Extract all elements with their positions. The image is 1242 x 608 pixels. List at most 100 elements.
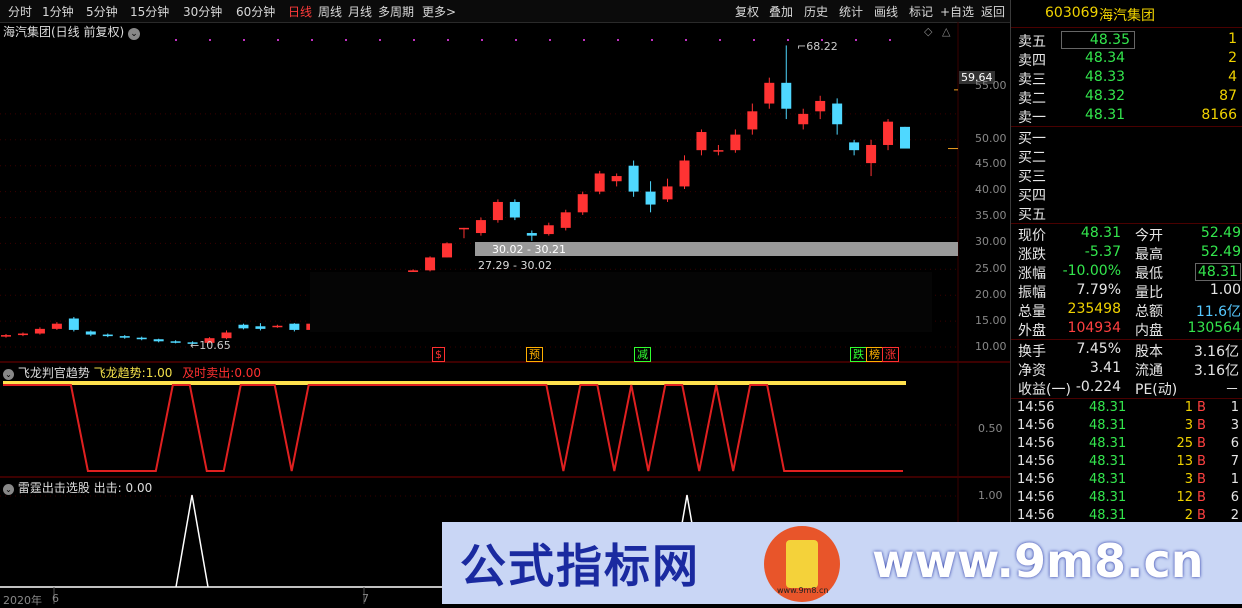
stat-value: 52.49 bbox=[1200, 244, 1241, 260]
ask-volume: 4 bbox=[1228, 69, 1237, 85]
bid-row[interactable]: 买二 bbox=[1011, 146, 1242, 166]
tick-side: B bbox=[1197, 400, 1206, 415]
stat-value: -10.00% bbox=[1062, 263, 1121, 279]
date-month-label: 7 bbox=[362, 592, 369, 605]
tick-volume: 3 bbox=[1184, 418, 1193, 433]
tick-row[interactable]: 14:56 48.31 3 B 1 bbox=[1011, 472, 1242, 490]
tick-price: 48.31 bbox=[1089, 508, 1127, 523]
tick-count: 1 bbox=[1230, 400, 1239, 415]
tick-row[interactable]: 14:56 48.31 3 B 3 bbox=[1011, 418, 1242, 436]
signal-list[interactable]: 榜 bbox=[866, 347, 883, 362]
ask-volume: 2 bbox=[1228, 50, 1237, 66]
feilong-pane-title: ⌄ 飞龙判官趋势 飞龙趋势:1.00 及时卖出:0.00 bbox=[3, 364, 261, 381]
fuquan-button[interactable]: 复权 bbox=[735, 3, 759, 20]
tick-price: 48.31 bbox=[1089, 400, 1127, 415]
bid-label: 买三 bbox=[1018, 169, 1046, 185]
signal-dollar[interactable]: $ bbox=[432, 347, 445, 362]
tick-time: 14:56 bbox=[1017, 454, 1055, 469]
stat-value: 3.16亿 bbox=[1193, 363, 1239, 379]
stat-label: 最高 bbox=[1135, 247, 1163, 263]
bid-row[interactable]: 买三 bbox=[1011, 165, 1242, 185]
stat-value: 3.41 bbox=[1089, 360, 1121, 376]
y-tick-label: 55.00 bbox=[975, 79, 1007, 92]
tab-60min[interactable]: 60分钟 bbox=[236, 3, 275, 20]
tab-30min[interactable]: 30分钟 bbox=[183, 3, 222, 20]
ask-row[interactable]: 卖一 48.31 8166 bbox=[1011, 106, 1242, 126]
ask-label: 卖五 bbox=[1018, 34, 1046, 50]
tick-row[interactable]: 14:56 48.31 13 B 7 bbox=[1011, 454, 1242, 472]
signal-rise[interactable]: 涨 bbox=[882, 347, 899, 362]
sell-line bbox=[3, 384, 903, 472]
tab-15min[interactable]: 15分钟 bbox=[130, 3, 169, 20]
mark-button[interactable]: 标记 bbox=[909, 3, 933, 20]
stat-value: 235498 bbox=[1067, 301, 1121, 317]
tick-side: B bbox=[1197, 418, 1206, 433]
chevron-down-icon[interactable]: ⌄ bbox=[3, 369, 14, 380]
tick-time: 14:56 bbox=[1017, 400, 1055, 415]
ask-volume: 1 bbox=[1228, 31, 1237, 47]
stat-label: 振幅 bbox=[1018, 285, 1046, 301]
logo-mark bbox=[786, 540, 818, 588]
tab-multi-period[interactable]: 多周期 bbox=[378, 3, 414, 20]
tick-count: 2 bbox=[1230, 508, 1239, 523]
signal-reduce[interactable]: 减 bbox=[634, 347, 651, 362]
watermark-cn-text: 公式指标网 bbox=[460, 539, 700, 593]
tick-row[interactable]: 14:56 48.31 25 B 6 bbox=[1011, 436, 1242, 454]
stat-label: 今开 bbox=[1135, 228, 1163, 244]
bid-row[interactable]: 买五 bbox=[1011, 203, 1242, 223]
chart-area[interactable]: 海汽集团(日线 前复权) ⌄ ⌐68.22 ←10.65 30.02 - 30.… bbox=[0, 22, 1010, 607]
bid-label: 买一 bbox=[1018, 131, 1046, 147]
chevron-down-icon[interactable]: ⌄ bbox=[3, 484, 14, 495]
stat-value: 1.00 bbox=[1209, 282, 1241, 298]
stat-label: 量比 bbox=[1135, 285, 1163, 301]
tick-price: 48.31 bbox=[1089, 490, 1127, 505]
add-watchlist-button[interactable]: +自选 bbox=[940, 3, 974, 20]
watermark-url-text: www.9m8.cn bbox=[872, 534, 1204, 588]
ask-row[interactable]: 卖三 48.33 4 bbox=[1011, 68, 1242, 88]
ask-price: 48.34 bbox=[1085, 50, 1126, 66]
draw-line-button[interactable]: 画线 bbox=[874, 3, 898, 20]
signal-spike bbox=[175, 494, 209, 588]
period-toolbar: 分时 1分钟 5分钟 15分钟 30分钟 60分钟 日线 周线 月线 多周期 更… bbox=[0, 0, 1010, 23]
bid-row[interactable]: 买四 bbox=[1011, 184, 1242, 204]
stat-row: 净资 3.41 流通 3.16亿 bbox=[1011, 359, 1242, 379]
signal-forecast[interactable]: 预 bbox=[526, 347, 543, 362]
stat-label: 总额 bbox=[1135, 304, 1163, 320]
signal-fall[interactable]: 跌 bbox=[850, 347, 867, 362]
ask-row[interactable]: 卖五 48.35 1 bbox=[1011, 30, 1242, 50]
stat-row: 涨跌 -5.37 最高 52.49 bbox=[1011, 243, 1242, 263]
tab-5min[interactable]: 5分钟 bbox=[86, 3, 118, 20]
stat-row: 总量 235498 总额 11.6亿 bbox=[1011, 300, 1242, 320]
ask-row[interactable]: 卖二 48.32 87 bbox=[1011, 87, 1242, 107]
ask-price: 48.32 bbox=[1085, 88, 1126, 104]
stat-label: 净资 bbox=[1018, 363, 1046, 379]
history-button[interactable]: 历史 bbox=[804, 3, 828, 20]
stat-value: 104934 bbox=[1067, 320, 1121, 336]
ask-volume: 87 bbox=[1219, 88, 1237, 104]
tick-time: 14:56 bbox=[1017, 436, 1055, 451]
tab-monthly[interactable]: 月线 bbox=[348, 3, 372, 20]
tick-row[interactable]: 14:56 48.31 12 B 6 bbox=[1011, 490, 1242, 508]
stat-value: -0.224 bbox=[1075, 379, 1121, 395]
bid-label: 买四 bbox=[1018, 188, 1046, 204]
stat-label: 收益(一) bbox=[1018, 382, 1071, 398]
tick-volume: 3 bbox=[1184, 472, 1193, 487]
tab-fenshi[interactable]: 分时 bbox=[8, 3, 32, 20]
tick-count: 6 bbox=[1230, 436, 1239, 451]
tab-1min[interactable]: 1分钟 bbox=[42, 3, 74, 20]
tab-weekly[interactable]: 周线 bbox=[318, 3, 342, 20]
tab-daily[interactable]: 日线 bbox=[288, 3, 312, 20]
tab-more[interactable]: 更多> bbox=[422, 3, 456, 20]
ask-price: 48.31 bbox=[1085, 107, 1126, 123]
leiting-value: 0.00 bbox=[125, 481, 153, 495]
bid-row[interactable]: 买一 bbox=[1011, 127, 1242, 147]
feilong-value2: 0.00 bbox=[234, 366, 262, 380]
overlay-button[interactable]: 叠加 bbox=[769, 3, 793, 20]
ask-label: 卖四 bbox=[1018, 53, 1046, 69]
y-tick-label: 10.00 bbox=[975, 340, 1007, 353]
stat-row: 现价 48.31 今开 52.49 bbox=[1011, 224, 1242, 244]
tick-row[interactable]: 14:56 48.31 1 B 1 bbox=[1011, 400, 1242, 418]
ask-row[interactable]: 卖四 48.34 2 bbox=[1011, 49, 1242, 69]
back-button[interactable]: 返回 bbox=[981, 3, 1005, 20]
stats-button[interactable]: 统计 bbox=[839, 3, 863, 20]
